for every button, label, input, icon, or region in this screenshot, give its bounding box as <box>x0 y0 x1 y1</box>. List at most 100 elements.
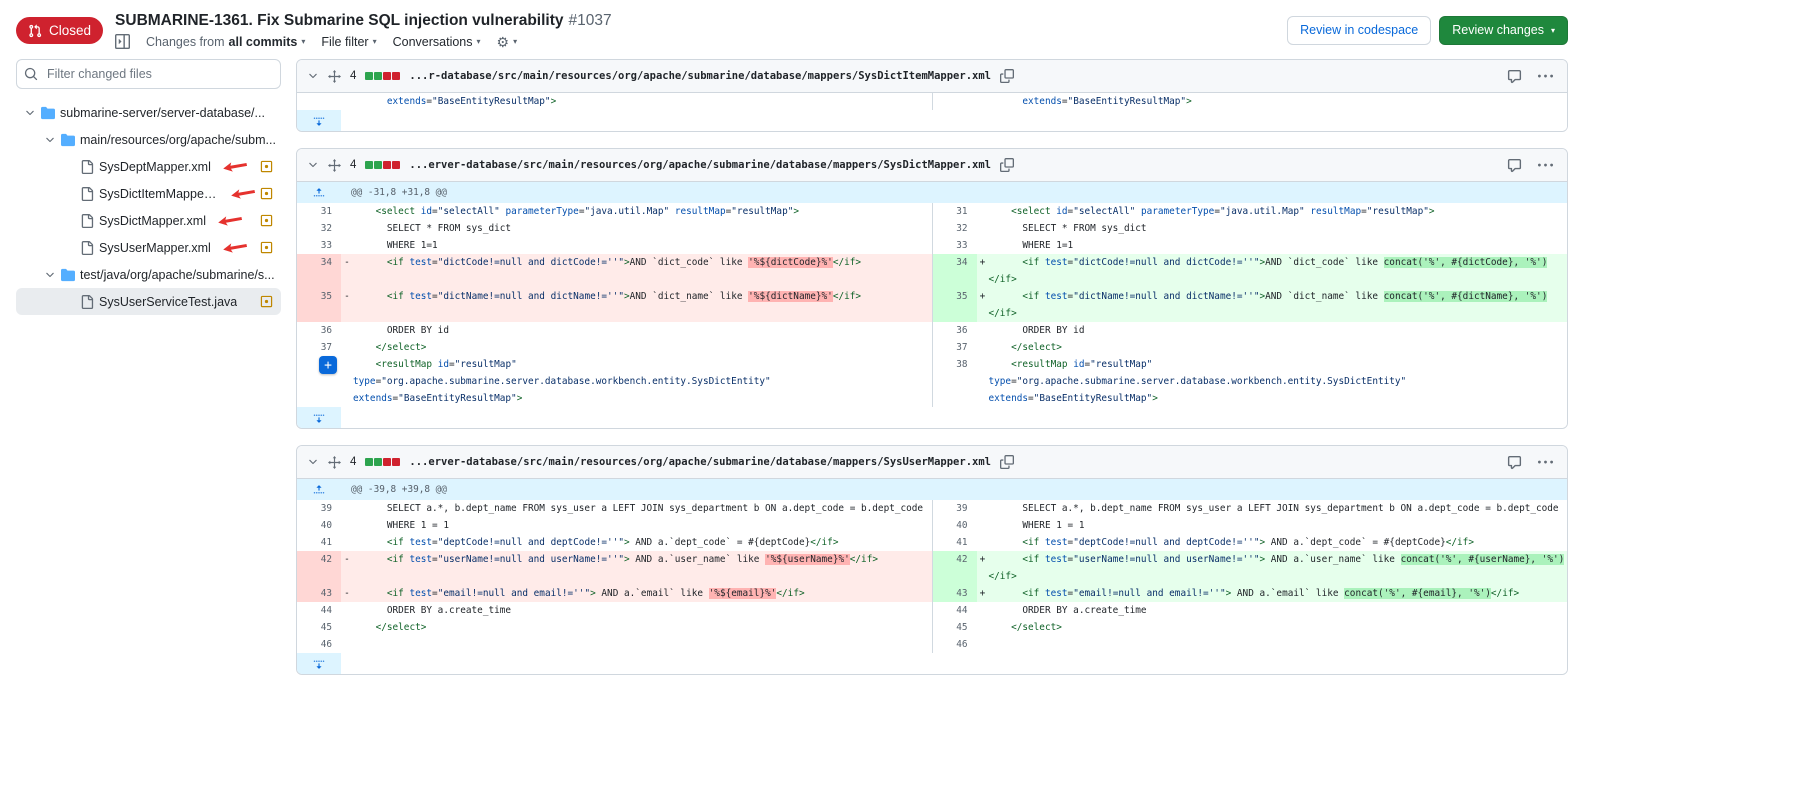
line-number[interactable]: 46 <box>297 636 341 653</box>
expand-hunk-up-button[interactable] <box>297 479 341 500</box>
drag-handle-icon[interactable] <box>328 70 341 83</box>
expand-down-button[interactable] <box>297 407 341 428</box>
expand-hunk-up-button[interactable] <box>297 182 341 203</box>
diffstat-square <box>392 458 400 466</box>
file-options-button[interactable] <box>1538 69 1553 84</box>
expand-row-filler <box>341 110 1567 131</box>
copy-path-button[interactable] <box>1000 158 1014 172</box>
line-number[interactable]: 44 <box>932 602 977 619</box>
comment-button[interactable] <box>1507 69 1522 84</box>
line-number[interactable]: 35 <box>932 288 977 322</box>
pr-number[interactable]: #1037 <box>569 12 612 29</box>
line-number[interactable]: 39 <box>932 500 977 517</box>
line-number[interactable]: 36 <box>297 322 341 339</box>
line-number[interactable]: 41 <box>932 534 977 551</box>
drag-handle-icon[interactable] <box>328 159 341 172</box>
file-card: 4...erver-database/src/main/resources/or… <box>296 445 1568 675</box>
line-number <box>932 93 977 110</box>
chevron-down-icon <box>44 134 56 146</box>
file-path-link[interactable]: ...erver-database/src/main/resources/org… <box>409 456 991 468</box>
line-number[interactable]: 40 <box>932 517 977 534</box>
comment-button[interactable] <box>1507 455 1522 470</box>
diffstat-square <box>365 72 373 80</box>
file-filter-input[interactable] <box>16 59 281 89</box>
tree-file-row[interactable]: SysUserMapper.xml <box>16 234 281 261</box>
code-cell: <if test="deptCode!=null and deptCode!='… <box>977 534 1568 551</box>
comment-button[interactable] <box>1507 158 1522 173</box>
caret-down-icon: ▾ <box>301 38 305 46</box>
tree-folder-row[interactable]: main/resources/org/apache/subm... <box>16 126 281 153</box>
line-number[interactable]: 40 <box>297 517 341 534</box>
line-number[interactable]: 42 <box>297 551 341 585</box>
line-number[interactable]: 35 <box>297 288 341 322</box>
code-line: </select> <box>353 339 932 356</box>
diff-line-pair: 42- <if test="userName!=null and userNam… <box>297 551 1567 585</box>
diffstat-square <box>383 161 391 169</box>
annotation-arrow <box>230 186 256 201</box>
code-cell: WHERE 1 = 1 <box>341 517 932 534</box>
diff-line-pair: 46 46 <box>297 636 1567 653</box>
diff-line-pair: 37 </select>37 </select> <box>297 339 1567 356</box>
tree-file-row[interactable]: SysDictMapper.xml <box>16 207 281 234</box>
comment-icon <box>1507 69 1522 84</box>
review-in-codespace-button[interactable]: Review in codespace <box>1287 16 1431 45</box>
line-number[interactable]: 38 <box>932 356 977 407</box>
chevron-down-icon <box>44 269 56 281</box>
copy-path-button[interactable] <box>1000 455 1014 469</box>
line-number[interactable]: 32 <box>932 220 977 237</box>
tree-item-label: SysUserServiceTest.java <box>99 295 237 309</box>
collapse-file-button[interactable] <box>307 159 319 171</box>
code-cell: - <if test="email!=null and email!=''"> … <box>341 585 932 602</box>
collapse-file-button[interactable] <box>307 70 319 82</box>
drag-handle-icon[interactable] <box>328 456 341 469</box>
copy-path-button[interactable] <box>1000 69 1014 83</box>
file-filter-dropdown[interactable]: File filter ▾ <box>321 35 376 49</box>
line-number[interactable]: 42 <box>932 551 977 585</box>
line-number[interactable]: 32 <box>297 220 341 237</box>
changes-from-dropdown[interactable]: Changes from all commits ▾ <box>146 35 305 49</box>
line-number[interactable]: 44 <box>297 602 341 619</box>
tree-file-row[interactable]: SysDictItemMapper.xml <box>16 180 281 207</box>
line-number[interactable]: 33 <box>297 237 341 254</box>
code-line: ORDER BY id <box>989 322 1568 339</box>
line-number[interactable]: 39 <box>297 500 341 517</box>
toggle-file-tree-button[interactable] <box>115 34 130 49</box>
line-number[interactable]: 31 <box>932 203 977 220</box>
hunk-header: @@ -31,8 +31,8 @@ <box>341 182 1567 203</box>
line-number[interactable]: 45 <box>297 619 341 636</box>
diff-settings-dropdown[interactable]: ⚙ ▾ <box>497 35 518 49</box>
diff-line-pair: 38 <resultMap id="resultMap" type="org.a… <box>297 356 1567 407</box>
code-line: WHERE 1=1 <box>989 237 1568 254</box>
line-number[interactable]: 37 <box>297 339 341 356</box>
tree-file-row[interactable]: SysUserServiceTest.java <box>16 288 281 315</box>
file-options-button[interactable] <box>1538 455 1553 470</box>
tree-item-label: SysDictMapper.xml <box>99 214 206 228</box>
file-path-link[interactable]: ...erver-database/src/main/resources/org… <box>409 159 991 171</box>
expand-down-button[interactable] <box>297 110 341 131</box>
line-number[interactable]: 34 <box>932 254 977 288</box>
expand-down-button[interactable] <box>297 653 341 674</box>
code-line: <select id="selectAll" parameterType="ja… <box>989 203 1568 220</box>
file-path-link[interactable]: ...r-database/src/main/resources/org/apa… <box>409 70 991 82</box>
review-changes-button[interactable]: Review changes ▾ <box>1439 16 1568 45</box>
add-comment-button[interactable]: + <box>319 356 337 374</box>
line-number[interactable]: 41 <box>297 534 341 551</box>
file-options-button[interactable] <box>1538 158 1553 173</box>
line-number[interactable]: 37 <box>932 339 977 356</box>
line-number[interactable]: 43 <box>932 585 977 602</box>
collapse-file-button[interactable] <box>307 456 319 468</box>
code-cell: - <if test="userName!=null and userName!… <box>341 551 932 585</box>
fold-up-icon <box>313 484 325 496</box>
line-number[interactable]: 33 <box>932 237 977 254</box>
line-number[interactable]: 43 <box>297 585 341 602</box>
tree-file-row[interactable]: SysDeptMapper.xml <box>16 153 281 180</box>
line-number[interactable]: 36 <box>932 322 977 339</box>
line-number[interactable]: 45 <box>932 619 977 636</box>
line-number[interactable]: 46 <box>932 636 977 653</box>
tree-folder-row[interactable]: submarine-server/server-database/... <box>16 99 281 126</box>
line-number[interactable]: 31 <box>297 203 341 220</box>
code-line: <if test="dictCode!=null and dictCode!='… <box>989 254 1568 288</box>
conversations-dropdown[interactable]: Conversations ▾ <box>393 35 481 49</box>
line-number[interactable]: 34 <box>297 254 341 288</box>
tree-folder-row[interactable]: test/java/org/apache/submarine/s... <box>16 261 281 288</box>
